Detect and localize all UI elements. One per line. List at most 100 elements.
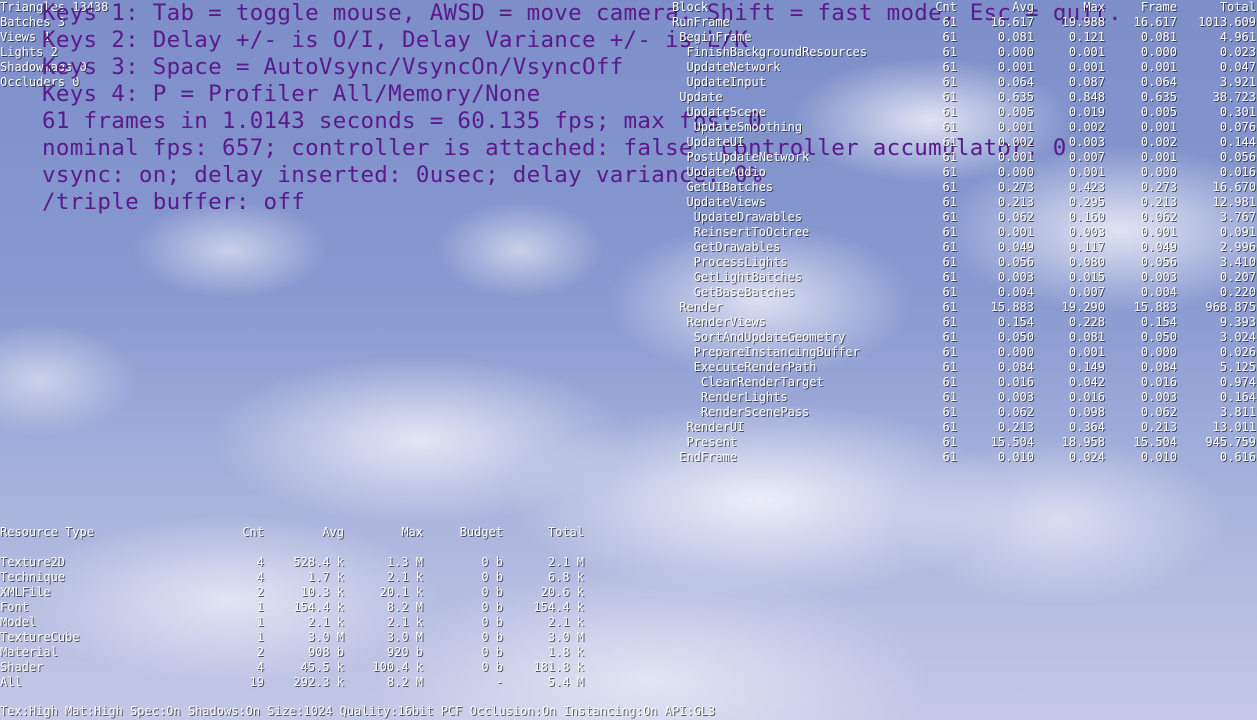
profiler-avg: 0.001 <box>997 225 1034 239</box>
profiler-avg: 0.002 <box>997 135 1034 149</box>
profiler-total: 12.981 <box>1212 195 1256 209</box>
profiler-row: GetBaseBatches 61 0.004 0.007 0.004 0.220 <box>672 285 1257 300</box>
resource-avg: 292.3 k <box>293 675 344 689</box>
resource-max: 920 b <box>386 645 423 659</box>
profiler-max: 0.007 <box>1068 150 1105 164</box>
profiler-cnt: 61 <box>942 90 957 104</box>
profiler-row: GetUIBatches 61 0.273 0.423 0.273 16.670 <box>672 180 1257 195</box>
profiler-header-max: Max <box>1083 0 1105 14</box>
profiler-header-frame: Frame <box>1140 0 1177 14</box>
profiler-cnt: 61 <box>942 435 957 449</box>
profiler-avg: 15.504 <box>990 435 1034 449</box>
resource-type: All <box>0 675 22 689</box>
profiler-row: EndFrame 61 0.010 0.024 0.010 0.616 <box>672 450 1257 465</box>
profiler-avg: 0.003 <box>997 390 1034 404</box>
profiler-frame: 0.000 <box>1140 165 1177 179</box>
resource-header-row: Resource Type Cnt Avg Max Budget Total <box>0 525 590 540</box>
profiler-block-name: GetDrawables <box>672 240 781 254</box>
profiler-cnt: 61 <box>942 45 957 59</box>
profiler-block-name: Render <box>672 300 723 314</box>
resource-total: 20.6 k <box>540 585 584 599</box>
profiler-row: UpdateUI 61 0.002 0.003 0.002 0.144 <box>672 135 1257 150</box>
profiler-avg: 0.062 <box>997 210 1034 224</box>
resource-type: Model <box>0 615 37 629</box>
resource-avg: 10.3 k <box>300 585 344 599</box>
profiler-row: PrepareInstancingBuffer 61 0.000 0.001 0.000… <box>672 345 1257 360</box>
resource-row: TextureCube 1 3.0 M 3.0 M 0 b 3.0 M <box>0 630 590 645</box>
profiler-block-name: UpdateUI <box>672 135 745 149</box>
profiler-max: 19.988 <box>1061 15 1105 29</box>
profiler-block-name: SortAndUpdateGeometry <box>672 330 846 344</box>
profiler-max: 0.003 <box>1068 135 1105 149</box>
profiler-avg: 0.000 <box>997 45 1034 59</box>
profiler-frame: 0.016 <box>1140 375 1177 389</box>
resource-row: All 19 292.3 k 8.2 M - 5.4 M <box>0 675 590 690</box>
profiler-max: 18.958 <box>1061 435 1105 449</box>
profiler-total: 0.616 <box>1219 450 1256 464</box>
profiler-frame: 0.064 <box>1140 75 1177 89</box>
profiler-total: 38.723 <box>1212 90 1256 104</box>
profiler-avg: 0.050 <box>997 330 1034 344</box>
resource-avg: 528.4 k <box>293 555 344 569</box>
profiler-max: 0.016 <box>1068 390 1105 404</box>
resource-total: 154.4 k <box>533 600 584 614</box>
profiler-frame: 0.062 <box>1140 405 1177 419</box>
profiler-row: Render 61 15.883 19.290 15.883 968.875 <box>672 300 1257 315</box>
profiler-block-name: ProcessLights <box>672 255 788 269</box>
resource-cnt: 2 <box>256 585 264 599</box>
profiler-row: SortAndUpdateGeometry 61 0.050 0.081 0.050 3.… <box>672 330 1257 345</box>
profiler-total: 0.056 <box>1219 150 1256 164</box>
resource-total: 3.0 M <box>547 630 584 644</box>
profiler-row: PostUpdateNetwork 61 0.001 0.007 0.001 0.056 <box>672 150 1257 165</box>
resource-budget: - <box>495 675 503 689</box>
resource-budget: 0 b <box>481 570 503 584</box>
profiler-block-name: GetLightBatches <box>672 270 803 284</box>
profiler-max: 0.149 <box>1068 360 1105 374</box>
profiler-total: 0.220 <box>1219 285 1256 299</box>
profiler-total: 2.996 <box>1219 240 1256 254</box>
profiler-max: 0.117 <box>1068 240 1105 254</box>
resource-cnt: 4 <box>256 570 264 584</box>
resource-row: XMLFile 2 10.3 k 20.1 k 0 b 20.6 k <box>0 585 590 600</box>
profiler-block-name: ReinsertToOctree <box>672 225 810 239</box>
profiler-max: 0.001 <box>1068 60 1105 74</box>
profiler-max: 0.423 <box>1068 180 1105 194</box>
profiler-avg: 0.003 <box>997 270 1034 284</box>
profiler-row: GetDrawables 61 0.049 0.117 0.049 2.996 <box>672 240 1257 255</box>
profiler-total: 3.410 <box>1219 255 1256 269</box>
profiler-cnt: 61 <box>942 15 957 29</box>
profiler-header-block: Block <box>672 0 709 14</box>
profiler-total: 4.961 <box>1219 30 1256 44</box>
profiler-header-cnt: Cnt <box>935 0 957 14</box>
profiler-avg: 0.154 <box>997 315 1034 329</box>
profiler-avg: 0.001 <box>997 60 1034 74</box>
resource-type: Font <box>0 600 29 614</box>
profiler-block-name: GetBaseBatches <box>672 285 795 299</box>
profiler-frame: 0.049 <box>1140 240 1177 254</box>
profiler-avg: 16.617 <box>990 15 1034 29</box>
resource-avg: 2.1 k <box>307 615 344 629</box>
resource-header-cnt: Cnt <box>242 525 264 539</box>
profiler-max: 0.295 <box>1068 195 1105 209</box>
profiler-rows: RunFrame 61 16.617 19.988 16.617 1013.609 Beg… <box>672 15 1257 465</box>
resource-row: Material 2 908 b 920 b 0 b 1.8 k <box>0 645 590 660</box>
profiler-avg: 0.062 <box>997 405 1034 419</box>
profiler-row: UpdateAudio 61 0.000 0.001 0.000 0.016 <box>672 165 1257 180</box>
profiler-table: Block Cnt Avg Max Frame Total RunFrame 61… <box>672 0 1257 465</box>
profiler-block-name: Present <box>672 435 738 449</box>
profiler-row: BeginFrame 61 0.081 0.121 0.081 4.961 <box>672 30 1257 45</box>
profiler-header-total: Total <box>1219 0 1256 14</box>
profiler-cnt: 61 <box>942 30 957 44</box>
resource-max: 8.2 M <box>386 675 423 689</box>
profiler-block-name: UpdateSmoothing <box>672 120 803 134</box>
profiler-frame: 0.056 <box>1140 255 1177 269</box>
profiler-frame: 0.001 <box>1140 225 1177 239</box>
profiler-block-name: PostUpdateNetwork <box>672 150 810 164</box>
resource-max: 20.1 k <box>379 585 423 599</box>
resource-total: 5.4 M <box>547 675 584 689</box>
resource-total: 6.8 k <box>547 570 584 584</box>
profiler-block-name: FinishBackgroundResources <box>672 45 868 59</box>
resource-max: 1.3 M <box>386 555 423 569</box>
profiler-total: 0.301 <box>1219 105 1256 119</box>
profiler-max: 0.228 <box>1068 315 1105 329</box>
